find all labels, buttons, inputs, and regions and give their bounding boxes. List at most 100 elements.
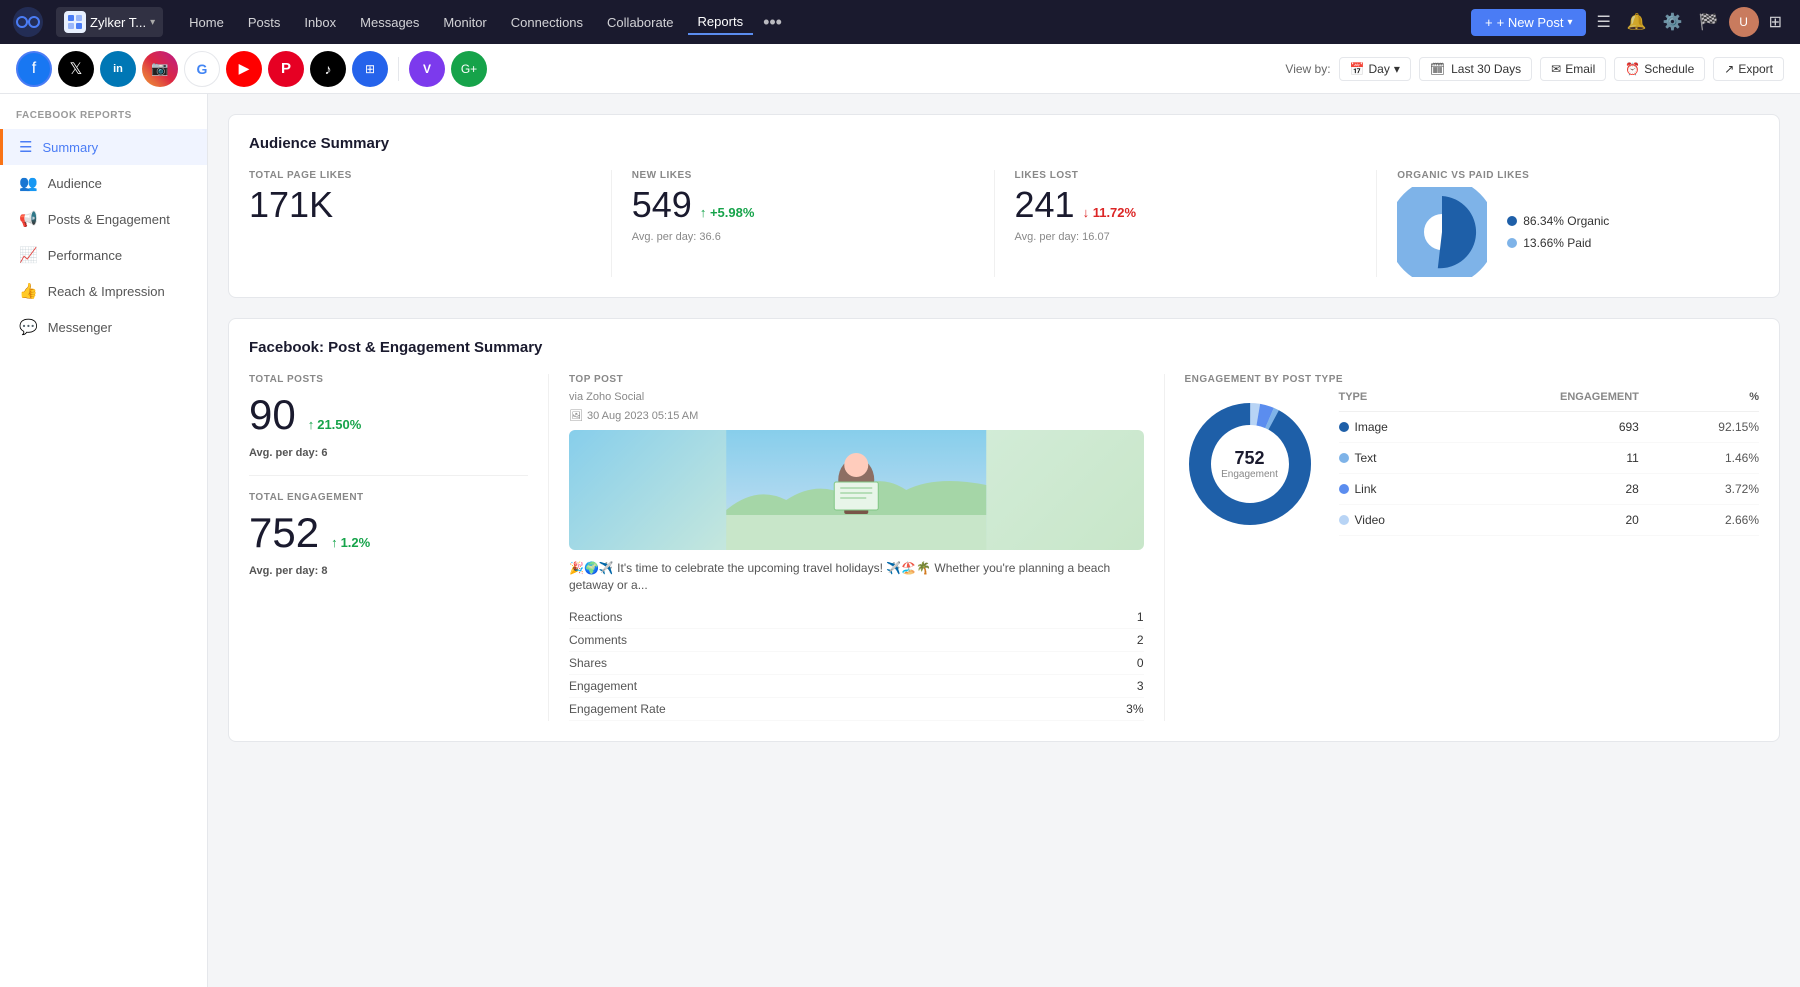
engagement-rate-value: 3% [1126,702,1143,716]
sidebar-label-reach-impression: Reach & Impression [48,284,165,299]
view-by-label: View by: [1285,62,1330,76]
twitter-button[interactable]: 𝕏 [58,51,94,87]
linkedin-button[interactable]: in [100,51,136,87]
new-likes-stat: NEW LIKES 549 ↑ +5.98% Avg. per day: 36.… [612,170,995,277]
organic-dot [1507,216,1517,226]
nav-collaborate[interactable]: Collaborate [597,11,684,34]
image-pct: 92.15% [1639,420,1759,434]
sidebar-label-performance: Performance [48,248,122,263]
likes-lost-stat: LIKES LOST 241 ↓ 11.72% Avg. per day: 16… [995,170,1378,277]
nav-inbox[interactable]: Inbox [294,11,346,34]
post-reactions-row: Reactions 1 [569,606,1144,629]
audience-stats-grid: TOTAL PAGE LIKES 171K NEW LIKES 549 ↑ +5… [249,170,1759,277]
nav-posts[interactable]: Posts [238,11,291,34]
schedule-icon: ⏰ [1625,62,1640,76]
new-post-label: + New Post [1497,15,1564,30]
paid-dot [1507,238,1517,248]
sidebar-label-summary: Summary [42,140,98,155]
new-post-button[interactable]: + + New Post ▾ [1471,9,1586,36]
reactions-value: 1 [1137,610,1144,624]
link-engagement: 28 [1519,482,1639,496]
type-image: Image [1339,420,1519,434]
greenplus-button[interactable]: G+ [451,51,487,87]
likes-lost-avg: Avg. per day: 16.07 [1015,231,1357,243]
post-engagement-rate-row: Engagement Rate 3% [569,698,1144,721]
export-button[interactable]: ↗ Export [1713,57,1784,81]
settings-icon[interactable]: ⚙️ [1657,8,1689,36]
donut-total: 752 [1221,448,1278,469]
audience-icon: 👥 [19,174,38,192]
reactions-label: Reactions [569,610,622,624]
donut-chart: 752 Engagement [1185,399,1315,529]
total-page-likes-stat: TOTAL PAGE LIKES 171K [249,170,612,277]
organic-legend-item: 86.34% Organic [1507,214,1609,228]
total-page-likes-label: TOTAL PAGE LIKES [249,170,591,181]
brand-switcher[interactable]: Zylker T... ▾ [56,7,163,37]
total-engagement-avg: Avg. per day: 8 [249,565,528,577]
view-by-button[interactable]: 📅 Day ▾ [1339,57,1411,81]
sidebar-item-posts-engagement[interactable]: 📢 Posts & Engagement [0,201,207,237]
text-dot [1339,453,1349,463]
date-range-button[interactable]: 🗓 Last 30 Days [1419,57,1532,81]
nav-connections[interactable]: Connections [501,11,593,34]
type-link: Link [1339,482,1519,496]
nav-reports[interactable]: Reports [688,10,754,35]
sidebar-item-summary[interactable]: ☰ Summary [0,129,207,165]
top-navigation: Zylker T... ▾ Home Posts Inbox Messages … [0,0,1800,44]
youtube-button[interactable]: ▶ [226,51,262,87]
sidebar-item-messenger[interactable]: 💬 Messenger [0,309,207,345]
bell-icon[interactable]: 🔔 [1621,8,1653,36]
post-shares-row: Shares 0 [569,652,1144,675]
pinterest-button[interactable]: P [268,51,304,87]
engagement-table-header: TYPE ENGAGEMENT % [1339,391,1760,412]
email-icon: ✉ [1551,62,1561,76]
vimeo-button[interactable]: V [409,51,445,87]
email-button[interactable]: ✉ Email [1540,57,1606,81]
user-avatar[interactable]: U [1729,7,1759,37]
engagement-by-type-label: ENGAGEMENT BY POST TYPE [1185,374,1760,385]
image-engagement: 693 [1519,420,1639,434]
top-post-source: via Zoho Social [569,391,1144,403]
sidebar-label-posts-engagement: Posts & Engagement [48,212,170,227]
image-dot [1339,422,1349,432]
nav-monitor[interactable]: Monitor [433,11,496,34]
grid-icon[interactable]: ⊞ [1763,8,1788,36]
schedule-button[interactable]: ⏰ Schedule [1614,57,1705,81]
organic-label: 86.34% Organic [1523,214,1609,228]
engagement-row-text: Text 11 1.46% [1339,443,1760,474]
nav-home[interactable]: Home [179,11,234,34]
tiktok-button[interactable]: ♪ [310,51,346,87]
facebook-button[interactable]: f [16,51,52,87]
new-likes-label: NEW LIKES [632,170,974,181]
new-likes-value: 549 [632,187,692,223]
shares-value: 0 [1137,656,1144,670]
instagram-button[interactable]: 📷 [142,51,178,87]
view-by-chevron: ▾ [1394,62,1400,76]
col-pct-header: % [1639,391,1759,403]
google-button[interactable]: G [184,51,220,87]
flag-icon[interactable]: 🏁 [1693,8,1725,36]
stats-separator [249,475,528,476]
sidebar-item-performance[interactable]: 📈 Performance [0,237,207,273]
total-page-likes-value: 171K [249,187,591,223]
brand-chevron: ▾ [150,17,155,28]
summary-icon: ☰ [19,138,32,156]
hamburger-icon[interactable]: ☰ [1590,8,1616,36]
date-range-value: Last 30 Days [1451,62,1521,76]
type-text: Text [1339,451,1519,465]
donut-sublabel: Engagement [1221,469,1278,480]
donut-center-label: 752 Engagement [1221,448,1278,480]
nav-more-button[interactable]: ••• [757,12,788,33]
sidebar-item-audience[interactable]: 👥 Audience [0,165,207,201]
nav-messages[interactable]: Messages [350,11,429,34]
new-post-chevron: ▾ [1567,17,1572,28]
export-label: Export [1738,62,1773,76]
ms365-button[interactable]: ⊞ [352,51,388,87]
organic-paid-label: ORGANIC VS PAID LIKES [1397,170,1739,181]
text-engagement: 11 [1519,451,1639,465]
likes-lost-pct: 11.72% [1093,205,1136,220]
sidebar: FACEBOOK REPORTS ☰ Summary 👥 Audience 📢 … [0,94,208,987]
sidebar-item-reach-impression[interactable]: 👍 Reach & Impression [0,273,207,309]
total-engagement-value: 752 [249,509,319,557]
video-engagement: 20 [1519,513,1639,527]
